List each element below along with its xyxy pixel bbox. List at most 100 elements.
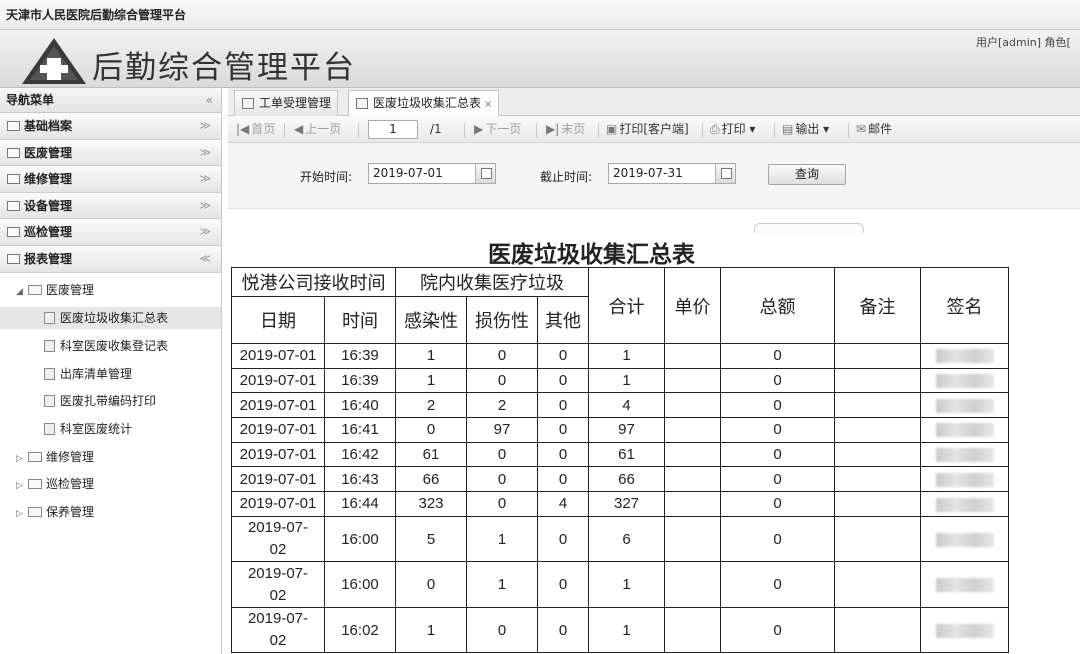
cell-total: 1 <box>588 343 665 369</box>
prev-page-button[interactable]: ◀ 上一页 <box>294 116 341 143</box>
export-label: 输出 ▾ <box>795 122 830 136</box>
header-note: 备注 <box>834 267 921 344</box>
cell-infectious: 2 <box>395 392 467 419</box>
cell-time: 16:42 <box>324 441 396 468</box>
cell-unit-price <box>664 561 721 608</box>
expand-chevron-icon: ≫ <box>199 172 211 186</box>
tree-item-label: 科室医废统计 <box>60 421 133 436</box>
tree-group-maintenance[interactable]: ▷ 维修管理 <box>16 446 94 468</box>
table-row: 2019-07-01 16:39 1 0 0 1 0 <box>231 343 1009 369</box>
cell-time: 16:02 <box>324 606 396 654</box>
table-row: 2019-07-02 16:00 0 1 0 1 0 <box>231 561 1009 608</box>
user-info[interactable]: 用户[admin] 角色[ <box>976 34 1071 50</box>
end-date-field[interactable]: 2019-07-31 <box>608 163 736 184</box>
table-header-row: 悦港公司接收时间 院内收集医疗垃圾 合计 单价 总额 备注 签名 <box>231 267 1009 344</box>
cell-date: 2019-07-01 <box>231 392 325 419</box>
tab-waste-summary[interactable]: 医废垃圾收集汇总表 × <box>348 90 500 117</box>
cell-total: 1 <box>588 561 665 608</box>
tree-item-label: 科室医废收集登记表 <box>60 338 169 353</box>
sidebar-section-reports[interactable]: 报表管理 ≪ <box>0 245 221 273</box>
sidebar-section-equipment[interactable]: 设备管理 ≫ <box>0 192 221 220</box>
cell-unit-price <box>664 392 721 419</box>
end-time-label: 截止时间: <box>540 170 593 184</box>
nav-menu-header: 导航菜单 « <box>0 88 221 113</box>
cell-total: 1 <box>588 367 665 394</box>
tree-item-dept-waste-register[interactable]: 科室医废收集登记表 <box>44 335 168 357</box>
page-total: /1 <box>430 122 442 136</box>
cell-damaging: 0 <box>466 343 538 369</box>
tree-group-medical-waste[interactable]: ◢ 医废管理 <box>16 279 94 301</box>
collapse-sidebar-icon[interactable]: « <box>206 88 213 113</box>
cell-signature <box>920 606 1009 654</box>
redacted-signature <box>935 623 994 638</box>
hospital-logo-icon <box>22 38 86 84</box>
print-client-icon: ▣ <box>606 122 618 136</box>
cell-date: 2019-07-01 <box>231 343 325 369</box>
print-button[interactable]: ⎙ 打印 ▾ <box>710 116 755 143</box>
cell-time: 16:00 <box>324 515 396 563</box>
main-panel: 工单受理管理 医废垃圾收集汇总表 × |◀ 首页 ◀ 上一页 1 /1 ▶ 下一页 ▶|… <box>228 88 1080 654</box>
tab-work-order[interactable]: 工单受理管理 <box>234 90 339 116</box>
header-hospital-waste: 院内收集医疗垃圾 <box>395 267 589 297</box>
cell-note <box>834 417 921 443</box>
collapse-chevron-icon: ≪ <box>199 251 211 265</box>
report-page-icon <box>44 367 55 380</box>
tree-item-dept-waste-stats[interactable]: 科室医废统计 <box>44 418 132 440</box>
tree-group-label: 巡检管理 <box>46 476 95 491</box>
query-button[interactable]: 查询 <box>768 164 846 185</box>
app-banner: 后勤综合管理平台 用户[admin] 角色[ <box>0 30 1080 88</box>
print-client-button[interactable]: ▣ 打印[客户端] <box>606 116 689 143</box>
calendar-icon[interactable] <box>715 164 735 183</box>
sidebar-section-maintenance[interactable]: 维修管理 ≫ <box>0 166 221 193</box>
mail-icon: ✉ <box>856 122 867 136</box>
header-date: 日期 <box>231 296 325 344</box>
cell-signature <box>920 343 1009 369</box>
tree-item-label: 医废扎带编码打印 <box>60 393 157 408</box>
sidebar-section-medical-waste[interactable]: 医废管理 ≫ <box>0 139 221 167</box>
tree-group-label: 维修管理 <box>46 449 95 464</box>
sidebar-section-basic-archive[interactable]: 基础档案 ≫ <box>0 113 221 140</box>
toolbar-divider <box>702 123 703 137</box>
table-row: 2019-07-01 16:44 323 0 4 327 0 <box>231 491 1009 517</box>
tree-group-upkeep[interactable]: ▷ 保养管理 <box>16 501 94 523</box>
header-infectious: 感染性 <box>395 296 467 344</box>
redacted-signature <box>935 423 994 438</box>
folder-icon <box>28 284 42 295</box>
cell-total: 1 <box>588 606 665 654</box>
collapse-filter-handle[interactable] <box>754 223 864 233</box>
calendar-icon[interactable] <box>475 164 495 183</box>
cell-infectious: 0 <box>395 417 467 443</box>
tree-item-outbound-list[interactable]: 出库清单管理 <box>44 363 132 385</box>
export-button[interactable]: ▤ 输出 ▾ <box>782 116 829 143</box>
cell-other: 0 <box>537 417 589 443</box>
tab-page-icon <box>242 98 254 109</box>
section-label: 报表管理 <box>24 251 73 266</box>
mail-button[interactable]: ✉ 邮件 <box>856 116 892 143</box>
collapsed-arrow-icon: ▷ <box>16 508 23 519</box>
redacted-signature <box>935 398 994 413</box>
table-row: 2019-07-02 16:02 1 0 0 1 0 <box>231 606 1009 654</box>
sidebar-section-inspection[interactable]: 巡检管理 ≫ <box>0 219 221 246</box>
first-page-button[interactable]: |◀ 首页 <box>236 116 275 143</box>
section-label: 设备管理 <box>24 198 73 213</box>
cell-infectious: 323 <box>395 491 467 517</box>
cell-damaging: 0 <box>466 367 538 394</box>
tree-item-waste-summary[interactable]: 医废垃圾收集汇总表 <box>0 306 221 329</box>
page-number-input[interactable]: 1 <box>368 120 418 139</box>
mail-label: 邮件 <box>868 122 893 136</box>
close-tab-icon[interactable]: × <box>484 99 492 110</box>
cell-unit-price <box>664 515 721 563</box>
app-title: 后勤综合管理平台 <box>92 50 356 86</box>
cell-infectious: 61 <box>395 441 467 468</box>
start-date-field[interactable]: 2019-07-01 <box>368 163 496 184</box>
report-page-icon <box>44 339 55 352</box>
last-page-button[interactable]: ▶| 末页 <box>546 116 585 143</box>
toolbar-divider <box>598 123 599 137</box>
header-amount: 总额 <box>720 267 835 344</box>
toolbar-divider <box>284 123 285 137</box>
cell-damaging: 0 <box>466 441 538 468</box>
tree-item-tie-code-print[interactable]: 医废扎带编码打印 <box>44 390 156 412</box>
next-page-button[interactable]: ▶ 下一页 <box>474 116 521 143</box>
tree-group-inspection[interactable]: ▷ 巡检管理 <box>16 473 94 495</box>
toolbar-divider <box>536 123 537 137</box>
